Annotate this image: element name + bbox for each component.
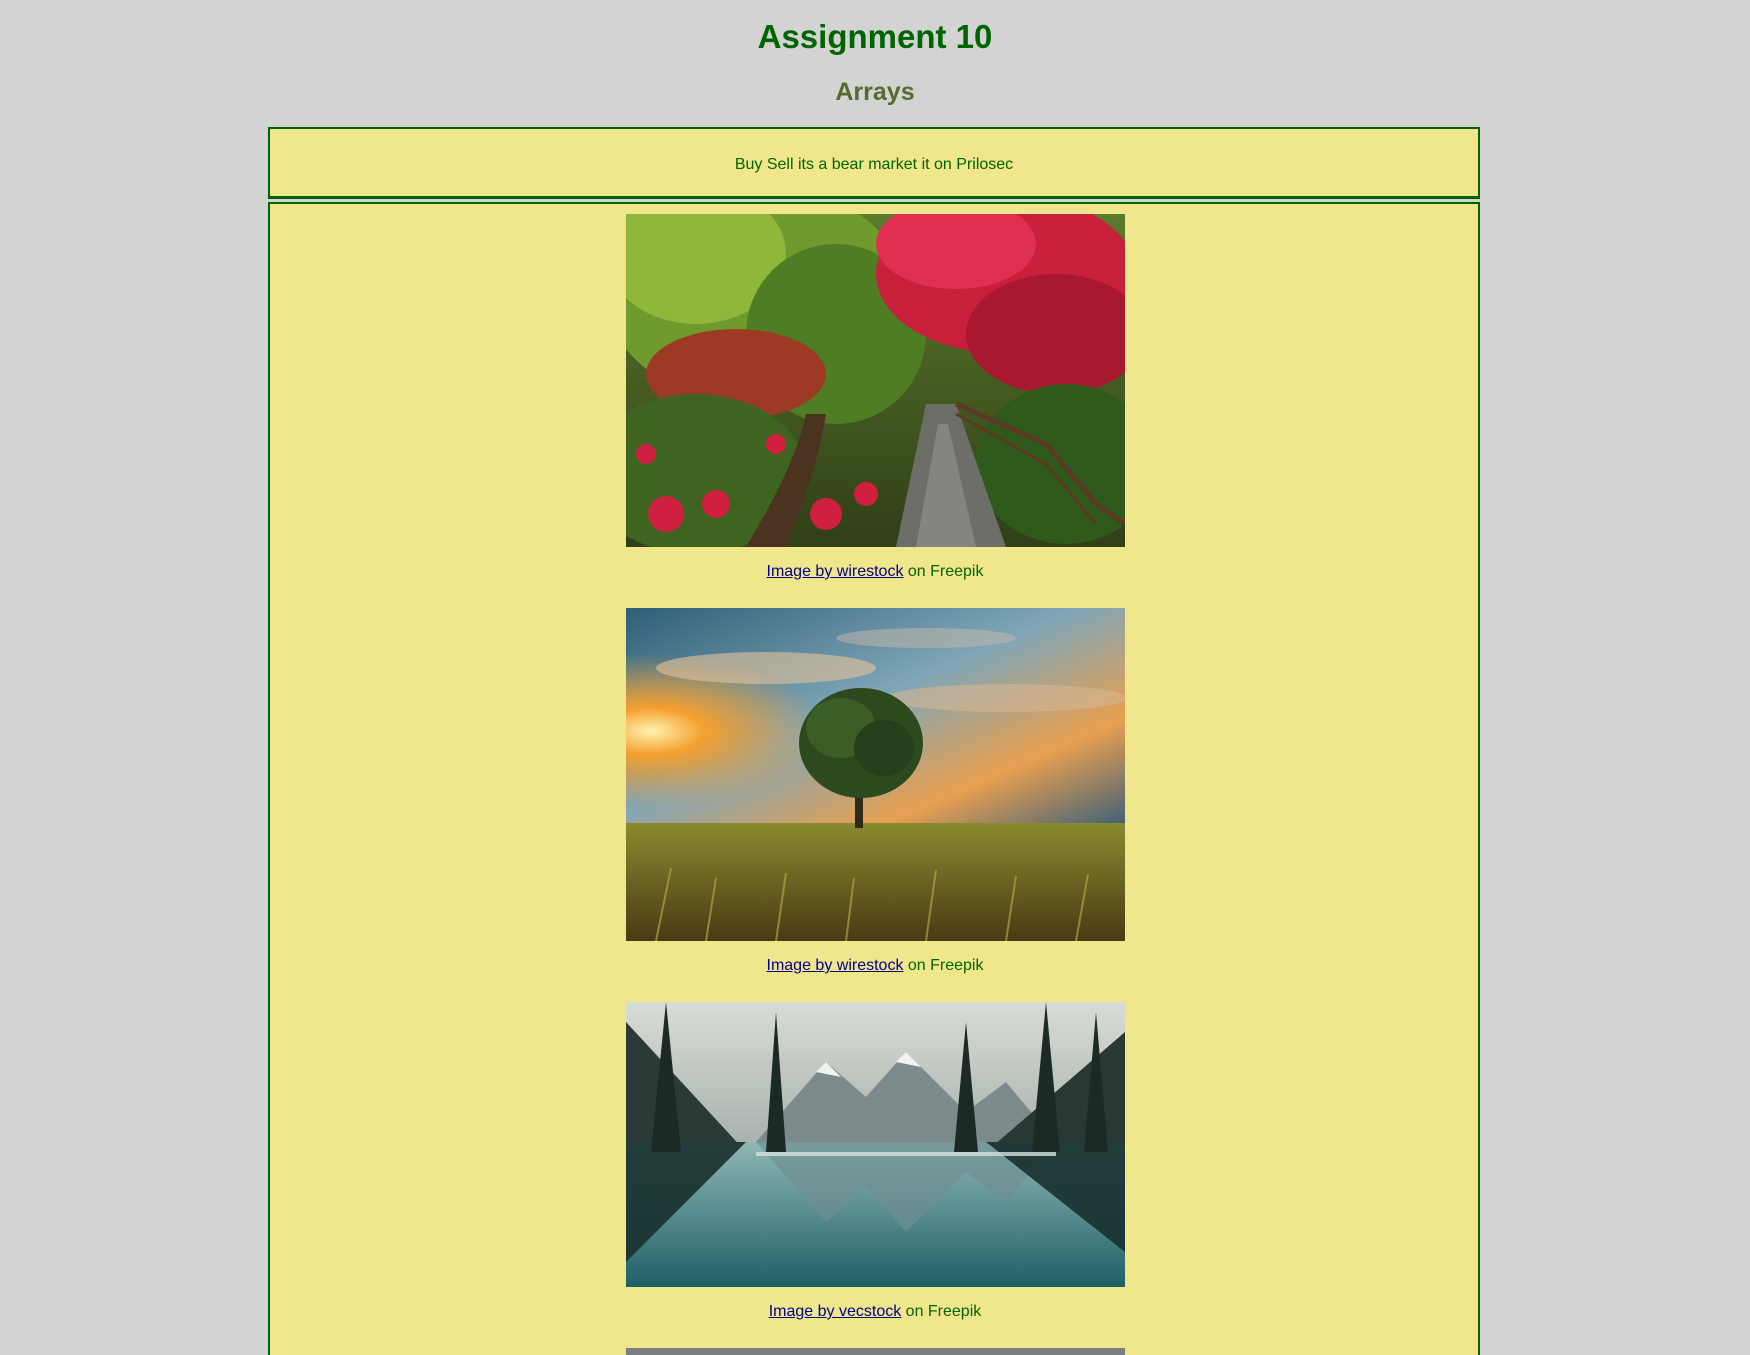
- credit-suffix: on Freepik: [903, 957, 984, 974]
- credit-link[interactable]: Image by wirestock: [767, 957, 904, 974]
- image-credit: Image by vecstock on Freepik: [0, 1303, 1750, 1321]
- gallery-image-garden: [626, 214, 1125, 547]
- page: Assignment 10 Arrays Buy Sell its a bear…: [0, 0, 1750, 1355]
- credit-link[interactable]: Image by wirestock: [767, 563, 904, 580]
- japanese-garden-path-photo: [626, 214, 1125, 547]
- mountain-lake-reflection-photo: [626, 1002, 1125, 1287]
- credit-link[interactable]: Image by vecstock: [769, 1303, 902, 1320]
- credit-suffix: on Freepik: [901, 1303, 982, 1320]
- gallery-image-lake: [626, 1002, 1125, 1287]
- credit-suffix: on Freepik: [903, 563, 984, 580]
- banner-message: Buy Sell its a bear market it on Prilose…: [734, 156, 1014, 173]
- tree-field-sunset-photo: [626, 608, 1125, 941]
- page-subtitle: Arrays: [835, 78, 915, 106]
- gallery-image-partial: [626, 1348, 1125, 1355]
- image-credit: Image by wirestock on Freepik: [0, 563, 1750, 581]
- gallery-image-tree: [626, 608, 1125, 941]
- banner-box: Buy Sell its a bear market it on Prilose…: [268, 127, 1480, 199]
- page-title: Assignment 10: [757, 18, 993, 55]
- image-credit: Image by wirestock on Freepik: [0, 957, 1750, 975]
